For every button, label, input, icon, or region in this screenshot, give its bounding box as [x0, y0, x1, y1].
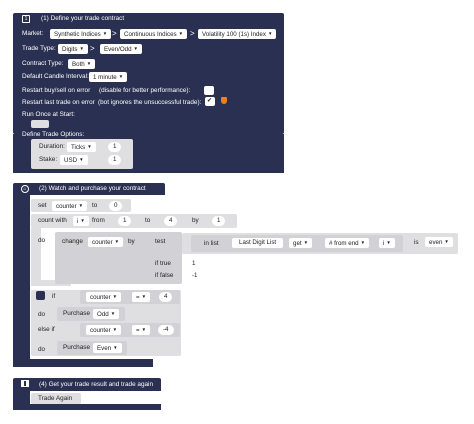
block2-title: (2) Watch and purchase your contract — [39, 185, 146, 192]
index-variable-dropdown[interactable]: i ▼ — [379, 238, 395, 248]
from-end-dropdown[interactable]: # from end ▼ — [325, 238, 370, 248]
count-with-label: count with — [38, 217, 67, 224]
run-once-label: Run Once at Start: — [22, 111, 75, 118]
watch-purchase-icon: ⌂ — [21, 185, 29, 193]
if-label: if — [52, 293, 56, 300]
if-operator-dropdown[interactable]: = ▼ — [132, 292, 151, 302]
set-variable-dropdown[interactable]: counter ▼ — [52, 201, 88, 211]
trade-definition-icon: 1 — [22, 15, 30, 23]
stake-currency-dropdown[interactable]: USD ▼ — [60, 155, 88, 165]
change-label: change — [62, 238, 83, 245]
list-name-field[interactable]: Last Digit List — [232, 238, 284, 248]
do-label: do — [38, 237, 46, 244]
contract-type-label: Contract Type: — [22, 60, 64, 67]
do-label-3: do — [38, 346, 46, 353]
chevron-right-icon: > — [90, 44, 95, 53]
is-label: is — [414, 239, 419, 246]
trade-category-dropdown[interactable]: Digits ▼ — [58, 44, 88, 54]
change-by-label: by — [128, 238, 135, 245]
restart-last-checkbox[interactable] — [205, 97, 215, 106]
by-label: by — [192, 217, 199, 224]
if-false-label: if false — [155, 272, 174, 279]
candle-interval-dropdown[interactable]: 1 minute ▼ — [89, 72, 128, 82]
change-variable-dropdown[interactable]: counter ▼ — [88, 237, 124, 247]
purchase-even-dropdown[interactable]: Even ▼ — [93, 343, 122, 353]
if-true-label: if true — [155, 260, 171, 267]
contract-type-dropdown[interactable]: Both ▼ — [68, 59, 96, 69]
to-value-input[interactable]: 4 — [164, 216, 178, 226]
trade-type-dropdown[interactable]: Even/Odd ▼ — [100, 44, 142, 54]
block4-title: (4) Get your trade result and trade agai… — [39, 381, 154, 388]
trade-again-label: Trade Again — [38, 395, 73, 402]
stake-value-input[interactable]: 1 — [108, 155, 122, 165]
define-trade-options-label: Define Trade Options: — [22, 131, 85, 138]
parity-dropdown[interactable]: even ▼ — [425, 237, 453, 247]
restart-last-label: Restart last trade on error — [22, 99, 95, 106]
elseif-variable-dropdown[interactable]: counter ▼ — [86, 325, 122, 335]
restart-buy-label: Restart buy/sell on error — [22, 87, 91, 94]
candle-interval-label: Default Candle Interval: — [22, 73, 89, 80]
run-once-statement-slot[interactable] — [31, 120, 49, 128]
duration-unit-dropdown[interactable]: Ticks ▼ — [67, 142, 96, 152]
purchase-label-2: Purchase — [63, 344, 90, 351]
restart-buy-checkbox[interactable] — [204, 86, 214, 95]
set-value-input[interactable]: 0 — [109, 201, 123, 211]
do-label-2: do — [38, 311, 46, 318]
symbol-dropdown[interactable]: Volatility 100 (1s) Index ▼ — [198, 29, 277, 39]
duration-label: Duration: — [39, 143, 65, 150]
if-variable-dropdown[interactable]: counter ▼ — [86, 292, 122, 302]
restart-buy-hint: (disable for better performance): — [99, 87, 191, 94]
watch-purchase-footer — [13, 359, 153, 367]
from-label: from — [92, 217, 105, 224]
chevron-right-icon: > — [112, 29, 117, 38]
flag-icon — [21, 380, 29, 387]
purchase-odd-dropdown[interactable]: Odd ▼ — [93, 309, 120, 319]
elseif-operator-dropdown[interactable]: = ▼ — [132, 325, 151, 335]
stake-label: Stake: — [39, 156, 58, 163]
elseif-value-input[interactable]: -4 — [158, 325, 174, 335]
set-label: set — [38, 202, 47, 209]
from-value-input[interactable]: 1 — [118, 216, 132, 226]
if-false-input[interactable]: -1 — [187, 271, 203, 281]
market-label: Market: — [22, 30, 44, 37]
test-label: test — [155, 238, 166, 245]
market-dropdown[interactable]: Synthetic Indices ▼ — [50, 29, 112, 39]
trade-again-footer — [13, 404, 161, 410]
purchase-label: Purchase — [63, 310, 90, 317]
watch-purchase-spine — [13, 195, 30, 366]
trade-type-label: Trade Type: — [22, 45, 56, 52]
block1-title: (1) Define your trade contract — [41, 15, 125, 22]
chevron-right-icon: > — [190, 29, 195, 38]
count-variable-dropdown[interactable]: i ▼ — [73, 216, 89, 226]
else-if-label: else if — [38, 326, 55, 333]
shield-icon — [221, 97, 227, 104]
duration-value-input[interactable]: 1 — [108, 142, 122, 152]
restart-last-hint: (bot ignores the unsuccessful trade): — [98, 99, 202, 106]
block1-left-spine — [13, 134, 30, 173]
if-true-input[interactable]: 1 — [187, 259, 201, 269]
gear-icon[interactable] — [36, 291, 45, 300]
in-list-label: in list — [204, 240, 219, 247]
set-to-label: to — [92, 202, 98, 209]
submarket-dropdown[interactable]: Continuous Indices ▼ — [120, 29, 188, 39]
by-value-input[interactable]: 1 — [212, 216, 226, 226]
get-dropdown[interactable]: get ▼ — [289, 238, 313, 248]
if-value-input[interactable]: 4 — [159, 292, 173, 302]
to-label: to — [145, 217, 151, 224]
